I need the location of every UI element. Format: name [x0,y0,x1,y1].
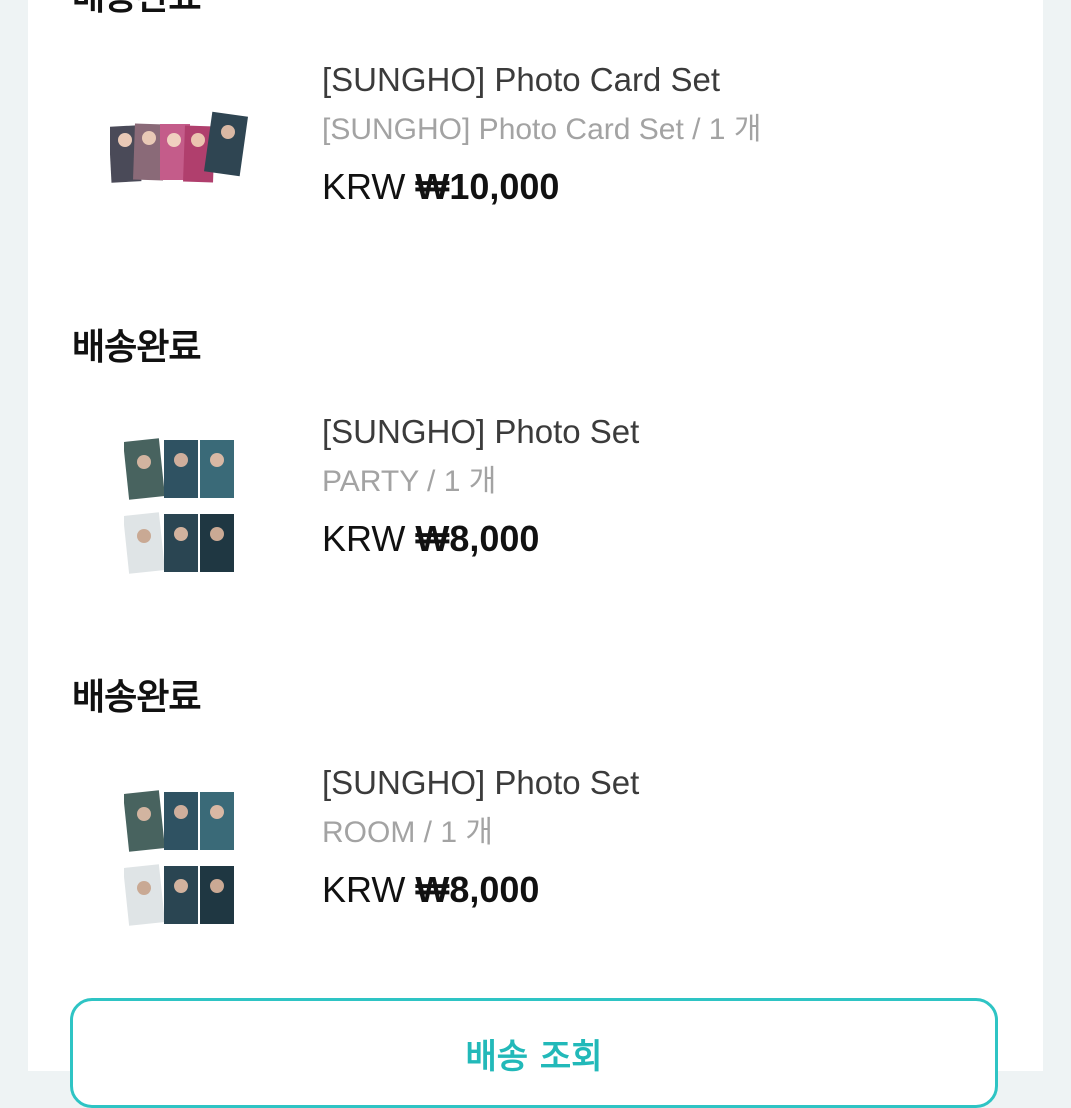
product-option: PARTY / 1 개 [322,465,497,498]
order-status-label: 배송완료 [72,0,201,18]
price-amount: ₩10,000 [415,166,560,207]
track-delivery-button[interactable]: 배송 조회 [70,998,998,1108]
product-price: KRW ₩10,000 [322,166,559,208]
product-option: [SUNGHO] Photo Card Set / 1 개 [322,113,762,146]
price-amount: ₩8,000 [415,869,540,910]
product-price: KRW ₩8,000 [322,869,539,911]
order-status-label: 배송완료 [72,327,201,368]
product-thumbnail[interactable] [108,110,250,195]
price-currency: KRW [322,166,406,207]
order-list-card: 배송완료 [SUNGHO] Photo Card Set [SUNGHO] Ph… [28,0,1043,1108]
price-amount: ₩8,000 [415,518,540,559]
product-thumbnail[interactable] [123,788,236,933]
product-name[interactable]: [SUNGHO] Photo Card Set [322,60,720,100]
product-thumbnail[interactable] [123,436,236,581]
product-option: ROOM / 1 개 [322,816,493,849]
product-name[interactable]: [SUNGHO] Photo Set [322,763,639,803]
product-price: KRW ₩8,000 [322,518,539,560]
product-name[interactable]: [SUNGHO] Photo Set [322,412,639,452]
order-status-label: 배송완료 [72,677,201,718]
price-currency: KRW [322,518,406,559]
price-currency: KRW [322,869,406,910]
